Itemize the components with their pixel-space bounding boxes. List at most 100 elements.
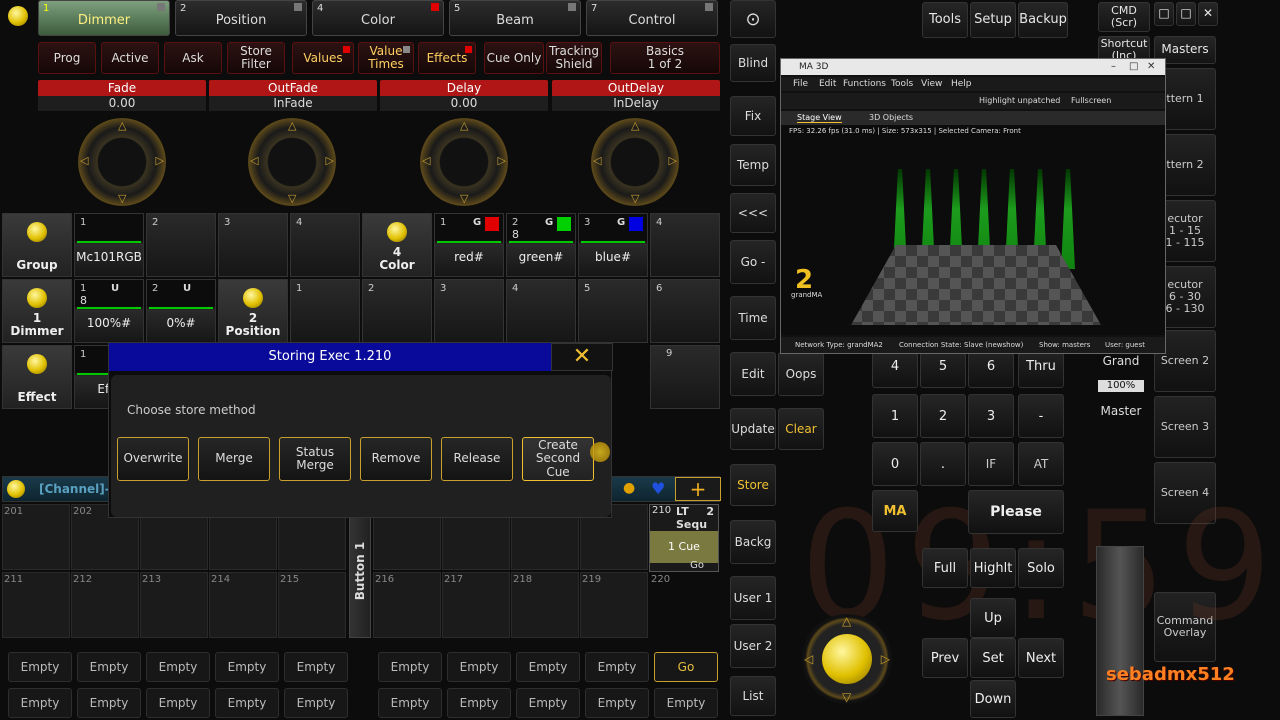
empty-button[interactable]: Empty [378, 688, 442, 718]
store-method-create-second-cue[interactable]: Create Second Cue [522, 437, 594, 481]
pool-row1-cell-5[interactable]: 4 Color [362, 213, 432, 277]
side-key-1[interactable]: Fix [730, 96, 776, 136]
pool-row1-cell-2[interactable]: 2 [146, 213, 216, 277]
oops-button[interactable]: Oops [778, 352, 824, 396]
mode-button-0[interactable]: Prog [38, 42, 96, 74]
bottom-key-1[interactable]: Highlt [970, 548, 1016, 588]
empty-button[interactable]: Empty [8, 652, 72, 682]
side-key-2[interactable]: Temp [730, 144, 776, 186]
preset-tab-color[interactable]: 4 Color [312, 0, 444, 36]
keypad-7[interactable]: - [1018, 394, 1064, 438]
close-icon[interactable]: ✕ [1147, 59, 1155, 75]
side-key-0[interactable]: Blind [730, 44, 776, 82]
mode-button-1[interactable]: Active [101, 42, 159, 74]
encoder-knob-2[interactable]: △ ▽ ◁ ▷ [420, 118, 508, 206]
keypad-11[interactable]: AT [1018, 442, 1064, 486]
sequence-executor[interactable]: 210 LT Sequ 2 1 Cue Go [649, 504, 719, 572]
side-key-9[interactable]: Backg [730, 520, 776, 564]
store-method-release[interactable]: Release [441, 437, 513, 481]
encoder-3[interactable]: OutDelay InDelay [552, 80, 720, 112]
encoder-knob-3[interactable]: △ ▽ ◁ ▷ [591, 118, 679, 206]
side-key-7[interactable]: Update [730, 408, 776, 450]
keypad-9[interactable]: . [920, 442, 966, 486]
bottom-key-6[interactable]: Next [1018, 638, 1064, 678]
master-fader[interactable] [1096, 546, 1144, 716]
pool-row1-cell-0[interactable]: Group [2, 213, 72, 277]
pool-row1-cell-9[interactable]: 4 [650, 213, 720, 277]
please-button[interactable]: Please [968, 490, 1064, 534]
empty-button[interactable]: Empty [516, 688, 580, 718]
empty-button[interactable]: Empty [654, 688, 718, 718]
options-icon[interactable]: ⊙ [730, 0, 776, 38]
top-setup[interactable]: Setup [970, 2, 1016, 38]
window-control-icon[interactable]: □ [1129, 59, 1138, 75]
mode-button-6[interactable]: Effects [418, 42, 476, 74]
empty-button[interactable]: Empty [585, 652, 649, 682]
preset-tab-control[interactable]: 7 Control [586, 0, 718, 36]
empty-button[interactable]: Empty [585, 688, 649, 718]
mode-button-2[interactable]: Ask [164, 42, 222, 74]
close-button[interactable]: ✕ [551, 343, 613, 371]
top-backup[interactable]: Backup [1018, 2, 1068, 38]
encoder-1[interactable]: OutFade InFade [209, 80, 377, 112]
pool-row2-cell-5[interactable]: 2 [362, 279, 432, 343]
store-method-remove[interactable]: Remove [360, 437, 432, 481]
mode-button-4[interactable]: Values [292, 42, 354, 74]
ma3d-menu-view[interactable]: View [921, 79, 942, 89]
empty-button[interactable]: Empty [8, 688, 72, 718]
store-method-merge[interactable]: Merge [198, 437, 270, 481]
encoder-knob-0[interactable]: △ ▽ ◁ ▷ [78, 118, 166, 206]
pool-row2-cell-2[interactable]: 2 0%# U [146, 279, 216, 343]
preset-tab-position[interactable]: 2 Position [175, 0, 307, 36]
side-key-4[interactable]: Go - [730, 240, 776, 284]
pool-row2-cell-1[interactable]: 1 8 100%# U [74, 279, 144, 343]
preset-tab-dimmer[interactable]: 1 Dimmer [38, 0, 170, 36]
mode-button-5[interactable]: Value Times [358, 42, 414, 74]
side-key-10[interactable]: User 1 [730, 576, 776, 620]
empty-button[interactable]: Empty [77, 688, 141, 718]
preset-tab-beam[interactable]: 5 Beam [449, 0, 581, 36]
ma-button[interactable]: MA [872, 490, 918, 532]
ma3d-highlight-unpatched[interactable]: Highlight unpatched [979, 96, 1060, 105]
keypad-6[interactable]: 3 [968, 394, 1014, 438]
pool-row2-cell-3[interactable]: 2 Position [218, 279, 288, 343]
pool-row1-cell-8[interactable]: 3 blue# G [578, 213, 648, 277]
pool-row3-cell-0[interactable]: Effect [2, 345, 72, 409]
empty-button[interactable]: Empty [215, 652, 279, 682]
clear-button[interactable]: Clear [778, 408, 824, 450]
empty-button[interactable]: Empty [447, 652, 511, 682]
mode-button-8[interactable]: Tracking Shield [546, 42, 602, 74]
button1-fader[interactable]: Button 1 [349, 504, 371, 638]
empty-button[interactable]: Empty [284, 688, 348, 718]
grand-master[interactable]: Grand 100% Master [1098, 352, 1144, 430]
empty-button[interactable]: Empty [146, 688, 210, 718]
ma3d-menu-edit[interactable]: Edit [819, 79, 836, 89]
keypad-10[interactable]: IF [968, 442, 1014, 486]
pool-row2-cell-7[interactable]: 4 [506, 279, 576, 343]
side-key-6[interactable]: Edit [730, 352, 776, 396]
ma3d-tab-stage[interactable]: Stage View [797, 113, 842, 123]
window-control-icon[interactable]: – [1111, 59, 1116, 75]
bottom-key-4[interactable]: Prev [922, 638, 968, 678]
empty-button[interactable]: Empty [284, 652, 348, 682]
side-key-5[interactable]: Time [730, 296, 776, 340]
empty-button[interactable]: Empty [378, 652, 442, 682]
add-button[interactable]: + [675, 477, 721, 501]
pool-row2-cell-0[interactable]: 1 Dimmer [2, 279, 72, 343]
pool-row1-cell-7[interactable]: 2 8 green# G [506, 213, 576, 277]
ma3d-menu-help[interactable]: Help [951, 79, 972, 89]
keypad-5[interactable]: 2 [920, 394, 966, 438]
close-window-icon[interactable]: ✕ [1198, 2, 1218, 26]
top-tools[interactable]: Tools [922, 2, 968, 38]
mode-button-9[interactable]: Basics 1 of 2 [610, 42, 720, 74]
right-key-5[interactable]: Screen 3 [1154, 396, 1216, 458]
pool-row1-cell-4[interactable]: 4 [290, 213, 360, 277]
ma3d-tab-objects[interactable]: 3D Objects [869, 113, 913, 122]
ma3d-menu-functions[interactable]: Functions [843, 79, 886, 89]
ma3d-fullscreen[interactable]: Fullscreen [1071, 96, 1111, 105]
side-key-8[interactable]: Store [730, 464, 776, 506]
window-icon[interactable]: □ [1154, 2, 1174, 26]
bottom-key-2[interactable]: Solo [1018, 548, 1064, 588]
pool-row1-cell-3[interactable]: 3 [218, 213, 288, 277]
cmd-button[interactable]: CMD (Scr) [1098, 2, 1150, 32]
